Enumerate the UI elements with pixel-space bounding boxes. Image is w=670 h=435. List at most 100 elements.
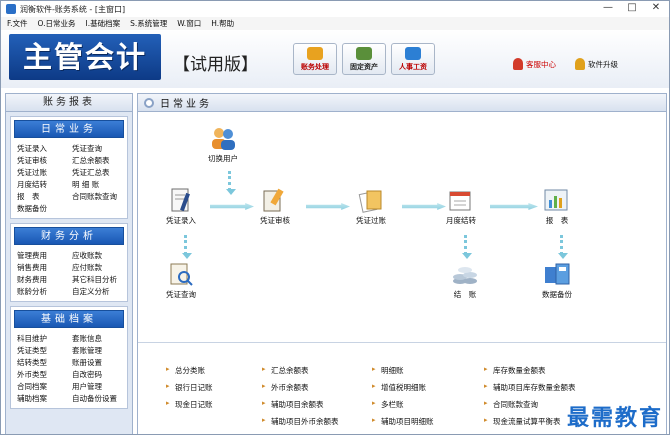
- sidebar-item[interactable]: 套账管理: [72, 346, 132, 356]
- title-bar: 润衡软件-账务系统 - [主窗口] — □ ✕: [1, 1, 669, 17]
- menu-help[interactable]: H.帮助: [211, 18, 234, 29]
- link-aux-foreign-balance[interactable]: 辅助项目外币余额表: [262, 416, 372, 433]
- monthly-close-icon: [449, 191, 471, 211]
- backup-icon: [545, 263, 570, 285]
- link-bank-journal[interactable]: 银行日记账: [166, 382, 262, 399]
- monthly-close-node[interactable]: 月度结转: [446, 187, 476, 226]
- sidebar-item[interactable]: 用户管理: [72, 382, 132, 392]
- group-analysis: 财务分析 管理费用 应收账款 销售费用 应付账款 财务费用 其它科目分析 账龄分…: [10, 223, 128, 302]
- link-detail-ledger[interactable]: 明细账: [372, 365, 484, 382]
- sidebar-item[interactable]: 凭证汇总表: [72, 168, 132, 178]
- fixed-assets-button[interactable]: 固定资产: [342, 43, 386, 75]
- voucher-audit-node[interactable]: 凭证审核: [260, 187, 290, 226]
- menu-daily-business[interactable]: O.日常业务: [38, 18, 76, 29]
- upgrade-link[interactable]: 软件升级: [575, 58, 618, 70]
- arrow-right-icon: [490, 203, 538, 210]
- sidebar-item[interactable]: 月度结转: [17, 180, 72, 190]
- link-cash-journal[interactable]: 现金日记账: [166, 399, 262, 416]
- voucher-entry-label: 凭证录入: [166, 216, 196, 225]
- accounting-button[interactable]: 账务处理: [293, 43, 337, 75]
- report-icon: [544, 189, 568, 211]
- link-vat-detail[interactable]: 增值税明细账: [372, 382, 484, 399]
- voucher-post-icon: [358, 190, 382, 213]
- switch-user-label: 切换用户: [208, 154, 238, 163]
- ledger-icon: [307, 47, 323, 60]
- link-aux-balance[interactable]: 辅助项目余额表: [262, 399, 372, 416]
- service-center-link[interactable]: 客服中心: [513, 58, 556, 70]
- sidebar-item[interactable]: 自动备份设置: [72, 394, 132, 404]
- menu-system-admin[interactable]: S.系统管理: [130, 18, 167, 29]
- menu-file[interactable]: F.文件: [7, 18, 28, 29]
- sidebar-item[interactable]: 账龄分析: [17, 287, 72, 297]
- arrow-down-icon: [226, 171, 236, 195]
- sidebar-item[interactable]: 合同档案: [17, 382, 72, 392]
- minimize-button[interactable]: —: [599, 2, 617, 15]
- sidebar-item[interactable]: 应付账款: [72, 263, 132, 273]
- edition-label: 【试用版】: [173, 55, 258, 75]
- close-books-node[interactable]: 结 账: [450, 261, 480, 300]
- sidebar-item[interactable]: 辅助档案: [17, 394, 72, 404]
- monthly-close-label: 月度结转: [446, 216, 476, 225]
- sidebar-item[interactable]: 凭证过账: [17, 168, 72, 178]
- sidebar-item[interactable]: 凭证类型: [17, 346, 72, 356]
- sidebar-item[interactable]: 管理费用: [17, 251, 72, 261]
- section-bullet-icon: [144, 97, 154, 108]
- service-center-label: 客服中心: [526, 59, 556, 69]
- group-analysis-header[interactable]: 财务分析: [14, 227, 124, 245]
- arrow-right-icon: [402, 203, 446, 210]
- group-daily: 日常业务 凭证录入 凭证查询 凭证审核 汇总余额表 凭证过账 凭证汇总表 月度结…: [10, 116, 128, 219]
- voucher-query-node[interactable]: 凭证查询: [166, 261, 196, 300]
- data-backup-node[interactable]: 数据备份: [542, 261, 572, 300]
- link-multi-column[interactable]: 多栏账: [372, 399, 484, 416]
- sidebar-item[interactable]: 明 细 账: [72, 180, 132, 190]
- payroll-button[interactable]: 人事工资: [391, 43, 435, 75]
- sidebar-item[interactable]: 外币类型: [17, 370, 72, 380]
- payroll-icon: [405, 47, 421, 60]
- sidebar: 账务报表 日常业务 凭证录入 凭证查询 凭证审核 汇总余额表 凭证过账 凭证汇总…: [5, 93, 133, 434]
- sidebar-item[interactable]: 应收账款: [72, 251, 132, 261]
- accounting-label: 账务处理: [301, 63, 329, 71]
- close-button[interactable]: ✕: [647, 2, 665, 15]
- sidebar-item[interactable]: 账册设置: [72, 358, 132, 368]
- voucher-entry-node[interactable]: 凭证录入: [166, 187, 196, 226]
- menu-basic-files[interactable]: I.基础档案: [85, 18, 120, 29]
- menu-bar: F.文件 O.日常业务 I.基础档案 S.系统管理 W.窗口 H.帮助: [1, 17, 669, 30]
- voucher-entry-icon: [171, 188, 190, 212]
- sidebar-item[interactable]: 其它科目分析: [72, 275, 132, 285]
- voucher-post-label: 凭证过账: [356, 216, 386, 225]
- link-inventory-amount[interactable]: 库存数量金额表: [484, 365, 624, 382]
- main-window: 润衡软件-账务系统 - [主窗口] — □ ✕ F.文件 O.日常业务 I.基础…: [0, 0, 670, 435]
- sidebar-item[interactable]: 财务费用: [17, 275, 72, 285]
- window-title: 润衡软件-账务系统 - [主窗口]: [20, 4, 126, 14]
- group-daily-header[interactable]: 日常业务: [14, 120, 124, 138]
- menu-window[interactable]: W.窗口: [177, 18, 201, 29]
- link-aux-inventory-amount[interactable]: 辅助项目库存数量金额表: [484, 382, 624, 399]
- banner: 主管会计 【试用版】 账务处理 固定资产 人事工资 客服中心 软件升级: [1, 30, 669, 88]
- sidebar-item[interactable]: 凭证录入: [17, 144, 72, 154]
- sidebar-item[interactable]: 结转类型: [17, 358, 72, 368]
- sidebar-item[interactable]: 套账信息: [72, 334, 132, 344]
- sidebar-item[interactable]: 科目维护: [17, 334, 72, 344]
- link-summary-balance[interactable]: 汇总余额表: [262, 365, 372, 382]
- group-basic-header[interactable]: 基础档案: [14, 310, 124, 328]
- sidebar-item[interactable]: 数据备份: [17, 204, 72, 214]
- sidebar-item[interactable]: 汇总余额表: [72, 156, 132, 166]
- sidebar-item[interactable]: 合同账款查询: [72, 192, 132, 202]
- arrow-down-icon: [558, 235, 568, 259]
- voucher-query-icon: [170, 263, 193, 286]
- users-icon: [212, 128, 235, 150]
- link-general-ledger[interactable]: 总分类账: [166, 365, 262, 382]
- sidebar-item[interactable]: 凭证审核: [17, 156, 72, 166]
- maximize-button[interactable]: □: [623, 2, 641, 15]
- voucher-post-node[interactable]: 凭证过账: [356, 187, 386, 226]
- sidebar-item[interactable]: 销售费用: [17, 263, 72, 273]
- sidebar-item[interactable]: 自定义分析: [72, 287, 132, 297]
- sidebar-item[interactable]: 凭证查询: [72, 144, 132, 154]
- voucher-audit-icon: [263, 188, 284, 212]
- switch-user-node[interactable]: 切换用户: [208, 125, 238, 164]
- link-foreign-balance[interactable]: 外币余额表: [262, 382, 372, 399]
- report-node[interactable]: 报 表: [542, 187, 572, 226]
- sidebar-item[interactable]: 报 表: [17, 192, 72, 202]
- sidebar-item[interactable]: 自改密码: [72, 370, 132, 380]
- link-aux-detail[interactable]: 辅助项目明细账: [372, 416, 484, 433]
